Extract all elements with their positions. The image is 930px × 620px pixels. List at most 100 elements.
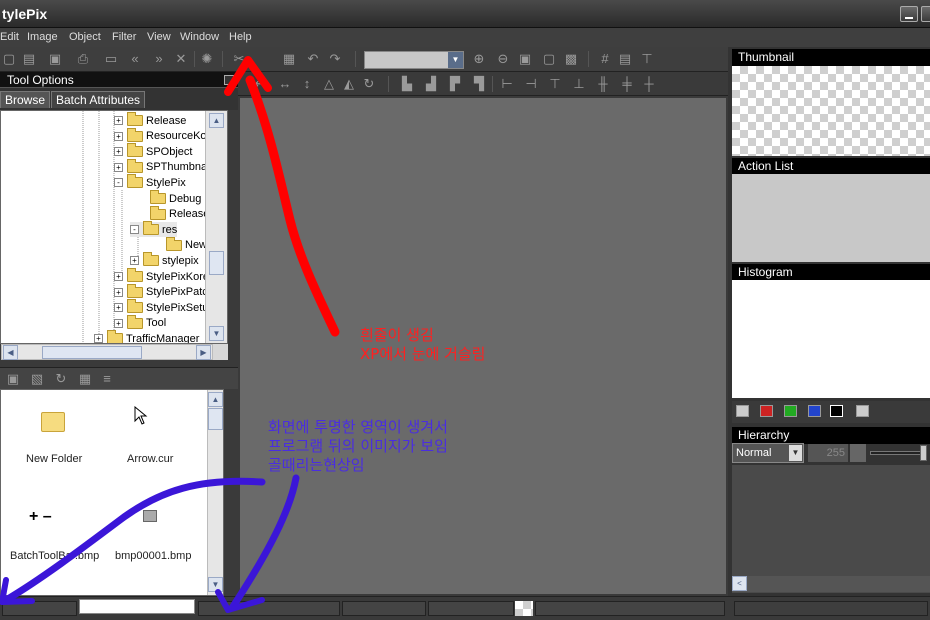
options-icon[interactable]: ≡ <box>100 372 114 386</box>
chevron-down-icon[interactable]: ▼ <box>789 445 802 461</box>
move-vertical-icon[interactable]: ↕ <box>300 77 314 91</box>
cut-icon[interactable]: ✂ <box>232 52 246 66</box>
tree-item[interactable]: + Release <box>114 112 186 128</box>
zoom-select[interactable]: ▼ <box>364 51 464 69</box>
undo-icon[interactable]: ↶ <box>306 52 320 66</box>
menu-filter[interactable]: Filter <box>112 31 136 43</box>
expand-icon[interactable]: + <box>114 116 123 125</box>
arrange-icon[interactable]: ▜ <box>472 77 486 91</box>
expand-icon[interactable]: + <box>114 287 123 297</box>
channel-green-icon[interactable] <box>784 405 797 417</box>
scroll-up-icon[interactable]: ▲ <box>209 113 224 128</box>
align-icon[interactable]: ⊢ <box>500 77 514 91</box>
grid-icon[interactable]: # <box>598 52 612 66</box>
collapse-button[interactable] <box>224 75 234 85</box>
tab-browse[interactable]: Browse <box>0 91 51 108</box>
file-label[interactable]: Arrow.cur <box>127 453 173 465</box>
rotate-icon[interactable]: ◭ <box>342 77 356 91</box>
collapse-icon[interactable]: - <box>130 225 139 235</box>
hierarchy-header[interactable]: Hierarchy <box>732 427 930 444</box>
align-icon[interactable]: ⊤ <box>548 77 562 91</box>
channel-red-icon[interactable] <box>760 405 773 417</box>
scroll-thumb[interactable] <box>42 346 142 359</box>
tree-vertical-scrollbar[interactable]: ▲ ▼ <box>205 111 227 343</box>
fullscreen-icon[interactable]: ▩ <box>564 52 578 66</box>
expand-icon[interactable]: + <box>114 162 123 172</box>
scroll-down-icon[interactable]: ▼ <box>208 577 223 592</box>
menu-edit[interactable]: Edit <box>0 31 19 43</box>
expand-icon[interactable]: + <box>114 272 123 281</box>
monitor-icon[interactable]: ▭ <box>104 52 118 66</box>
file-label[interactable]: bmp00001.bmp <box>115 550 191 562</box>
thumbnail-header[interactable]: Thumbnail <box>732 49 930 66</box>
open-file-icon[interactable]: ▤ <box>22 52 36 66</box>
scroll-down-icon[interactable]: ▼ <box>209 326 224 341</box>
scroll-right-icon[interactable]: ▶ <box>196 345 211 360</box>
view-icon[interactable]: ▦ <box>78 372 92 386</box>
expand-icon[interactable]: + <box>94 334 103 343</box>
tree-item[interactable]: Release <box>137 205 209 222</box>
channel-all-icon[interactable] <box>856 405 869 417</box>
tree-item[interactable]: + StylePixPatc <box>114 283 208 300</box>
file-label[interactable]: New Folder <box>26 453 82 465</box>
guide-icon[interactable]: ⊤ <box>640 52 654 66</box>
rotate-180-icon[interactable]: ↻ <box>362 77 376 91</box>
tree-item[interactable]: + stylepix <box>130 252 199 268</box>
expand-icon[interactable]: + <box>114 303 123 313</box>
tree-item[interactable]: + TrafficManager <box>94 330 199 343</box>
paste-icon[interactable]: ▦ <box>282 52 296 66</box>
scroll-left-icon[interactable]: ◀ <box>3 345 18 360</box>
expand-icon[interactable]: + <box>130 256 139 266</box>
align-icon[interactable]: ⊣ <box>524 77 538 91</box>
opacity-slider[interactable] <box>870 451 926 455</box>
redo-icon[interactable]: ↷ <box>328 52 342 66</box>
tree-item[interactable]: - StylePix <box>114 174 186 190</box>
tree-item[interactable]: New <box>153 236 207 253</box>
scroll-thumb[interactable] <box>209 251 224 275</box>
tree-item[interactable]: + SPObject <box>114 143 192 159</box>
close-icon[interactable]: ✕ <box>174 52 188 66</box>
scroll-thumb[interactable] <box>208 408 223 430</box>
tree-item[interactable]: + Tool <box>114 314 166 331</box>
save-icon[interactable]: ▣ <box>48 52 62 66</box>
channel-blue-icon[interactable] <box>808 405 821 417</box>
actual-size-icon[interactable]: ▢ <box>542 52 556 66</box>
arrange-icon[interactable]: ▛ <box>448 77 462 91</box>
file-vertical-scrollbar[interactable]: ▲ ▼ <box>207 390 223 595</box>
opacity-slider-handle[interactable] <box>920 445 927 461</box>
bitmap-icon[interactable] <box>143 510 157 522</box>
expand-icon[interactable]: + <box>114 131 123 141</box>
align-icon[interactable]: ╫ <box>596 77 610 91</box>
folder-icon[interactable] <box>41 412 65 432</box>
expand-icon[interactable]: + <box>114 147 123 157</box>
collapse-icon[interactable]: - <box>114 178 123 188</box>
settings-icon[interactable]: ✺ <box>200 52 214 66</box>
fit-icon[interactable]: ▣ <box>518 52 532 66</box>
opacity-spinner[interactable] <box>850 444 866 462</box>
tree-item[interactable]: + SPThumbnai <box>114 158 210 175</box>
tree-item[interactable]: - res <box>130 221 178 238</box>
menu-view[interactable]: View <box>147 31 171 43</box>
menu-help[interactable]: Help <box>229 31 252 43</box>
first-icon[interactable]: « <box>128 52 142 66</box>
tree-item[interactable]: + StylePixSetu <box>114 299 208 315</box>
minimize-button[interactable] <box>900 6 918 22</box>
move-horizontal-icon[interactable]: ↔ <box>278 77 292 91</box>
tab-batch-attributes[interactable]: Batch Attributes <box>51 91 146 108</box>
hierarchy-list[interactable] <box>732 465 930 593</box>
delete-icon[interactable]: ▧ <box>30 372 44 386</box>
opacity-input[interactable]: 255 <box>808 444 848 462</box>
align-icon[interactable]: ╪ <box>620 77 634 91</box>
channel-luminance-icon[interactable] <box>830 405 843 417</box>
arrange-icon[interactable]: ▟ <box>424 77 438 91</box>
tree-horizontal-scrollbar[interactable]: ◀ ▶ <box>1 344 213 360</box>
chevron-down-icon[interactable]: ▼ <box>448 52 463 68</box>
flip-icon[interactable]: △ <box>322 77 336 91</box>
hierarchy-horizontal-scrollbar[interactable]: < <box>732 576 930 592</box>
menu-window[interactable]: Window <box>180 31 219 43</box>
tree-item[interactable]: + StylePixKore <box>114 268 209 284</box>
tree-item[interactable]: Debug <box>137 190 201 206</box>
channel-rgb-icon[interactable] <box>736 405 749 417</box>
menu-object[interactable]: Object <box>69 31 101 43</box>
next-icon[interactable]: » <box>152 52 166 66</box>
